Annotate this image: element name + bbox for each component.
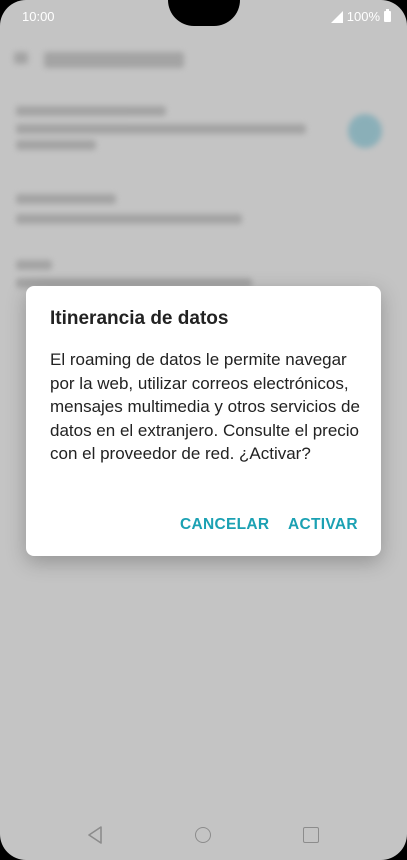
back-icon[interactable] <box>87 826 103 844</box>
camera-notch <box>168 0 240 26</box>
dialog-message: El roaming de datos le permite navegar p… <box>50 350 360 463</box>
data-roaming-dialog: Itinerancia de datos El roaming de datos… <box>26 286 381 556</box>
navigation-bar <box>0 810 407 860</box>
battery-icon <box>384 9 391 22</box>
status-right: 100% <box>330 9 391 24</box>
recents-icon[interactable] <box>303 827 319 843</box>
signal-icon <box>330 10 343 23</box>
phone-screen: 10:00 100% Itinerancia de datos El roami… <box>0 0 407 860</box>
status-time: 10:00 <box>22 9 55 24</box>
dialog-title: Itinerancia de datos <box>50 308 229 329</box>
status-bar: 10:00 100% <box>0 0 407 34</box>
home-icon[interactable] <box>195 827 211 843</box>
battery-percent: 100% <box>346 9 380 24</box>
activate-button[interactable]: ACTIVAR <box>288 516 358 534</box>
cancel-button[interactable]: CANCELAR <box>180 516 269 534</box>
